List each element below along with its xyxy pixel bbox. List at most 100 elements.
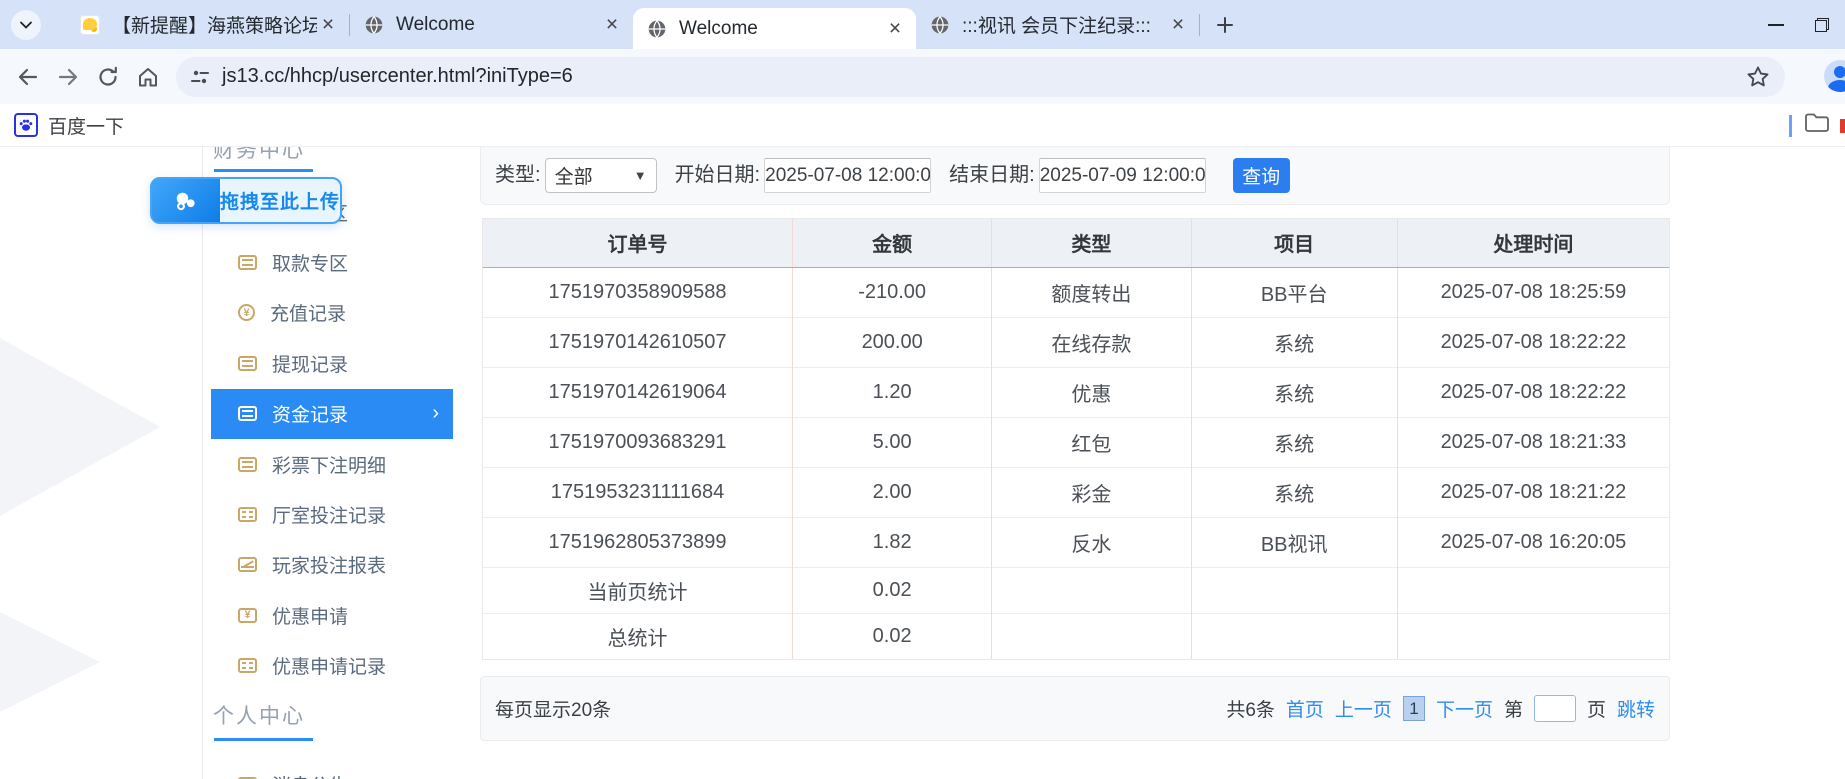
bookmark-baidu[interactable]: 百度一下 — [14, 112, 124, 139]
type-label: 类型: — [495, 158, 541, 193]
divider — [1789, 115, 1792, 137]
table-header-row: 订单号金额类型项目处理时间 — [483, 219, 1669, 267]
sidebar-section-personal: 个人中心 — [213, 700, 305, 730]
tab-search-button[interactable] — [11, 10, 41, 40]
sidebar-item-label: 厅室投注记录 — [272, 501, 386, 528]
new-tab-button[interactable] — [1210, 10, 1240, 40]
table-row: 17519532311116842.00彩金系统2025-07-08 18:21… — [483, 467, 1669, 517]
home-icon — [136, 65, 160, 89]
other-bookmarks-folder-icon[interactable] — [1804, 112, 1830, 139]
type-select[interactable]: 全部 ▼ — [545, 158, 657, 193]
end-date-input[interactable] — [1039, 158, 1206, 193]
tab-list: 【新提醒】海燕策略论坛综合交×Welcome×Welcome×:::视讯 会员下… — [66, 0, 1240, 49]
table-cell: 系统 — [1191, 317, 1397, 367]
tab-close-icon[interactable]: × — [884, 18, 906, 40]
search-button[interactable]: 查询 — [1233, 158, 1290, 193]
bookmark-star-button[interactable] — [1745, 64, 1771, 90]
sidebar-item[interactable]: 取款专区 — [211, 237, 453, 287]
user-center-sidebar: 财务中心 存款专区取款专区充值记录提现记录资金记录›彩票下注明细厅室投注记录玩家… — [202, 147, 453, 779]
table-cell: 1751970093683291 — [483, 417, 793, 467]
sidebar-item[interactable]: 资金记录› — [211, 389, 453, 439]
table-cell — [992, 567, 1191, 613]
table-cell: 2025-07-08 18:25:59 — [1397, 267, 1669, 317]
sidebar-section-finance: 财务中心 — [213, 147, 305, 164]
site-settings-icon[interactable] — [190, 67, 210, 87]
forward-button[interactable] — [48, 57, 88, 97]
profile-avatar[interactable] — [1824, 60, 1845, 92]
sidebar-item[interactable]: 充值记录 — [211, 288, 453, 338]
home-button[interactable] — [128, 57, 168, 97]
minimize-button[interactable] — [1753, 0, 1799, 49]
table-cell: 1.20 — [793, 367, 992, 417]
restore-button[interactable] — [1799, 0, 1845, 49]
table-cell: BB平台 — [1191, 267, 1397, 317]
table-cell: 2.00 — [793, 467, 992, 517]
sidebar-item[interactable]: 彩票下注明细 — [211, 439, 453, 489]
tab-close-icon[interactable]: × — [1167, 14, 1189, 36]
globe-favicon — [647, 19, 667, 39]
start-date-input[interactable] — [764, 158, 931, 193]
first-page-link[interactable]: 首页 — [1286, 695, 1324, 722]
next-page-link[interactable]: 下一页 — [1436, 695, 1493, 722]
browser-tab[interactable]: :::视讯 会员下注纪录:::× — [916, 0, 1199, 49]
jump-button[interactable]: 跳转 — [1617, 695, 1655, 722]
sidebar-item[interactable]: 提现记录 — [211, 338, 453, 388]
bookmark-label: 百度一下 — [48, 112, 124, 139]
sidebar-menu: 存款专区取款专区充值记录提现记录资金记录›彩票下注明细厅室投注记录玩家投注报表优… — [203, 187, 453, 691]
sidebar-item-label: 优惠申请记录 — [272, 652, 386, 679]
tab-divider — [1199, 14, 1200, 36]
summary-row: 总统计0.02 — [483, 613, 1669, 659]
table-cell: 200.00 — [793, 317, 992, 367]
tab-strip: 【新提醒】海燕策略论坛综合交×Welcome×Welcome×:::视讯 会员下… — [0, 0, 1845, 49]
prev-page-link[interactable]: 上一页 — [1335, 695, 1392, 722]
reload-button[interactable] — [88, 57, 128, 97]
table-cell: 5.00 — [793, 417, 992, 467]
tab-title: Welcome — [679, 18, 884, 40]
reload-icon — [96, 65, 120, 89]
url-text[interactable]: js13.cc/hhcp/usercenter.html?iniType=6 — [222, 65, 573, 88]
page-jump-input[interactable] — [1534, 695, 1576, 722]
browser-tab[interactable]: Welcome× — [633, 8, 916, 49]
table-cell: 2025-07-08 16:20:05 — [1397, 517, 1669, 567]
sidebar-item-label: 取款专区 — [272, 249, 348, 276]
webpage-viewport: 财务中心 存款专区取款专区充值记录提现记录资金记录›彩票下注明细厅室投注记录玩家… — [0, 147, 1845, 779]
window-controls — [1753, 0, 1845, 49]
sidebar-item[interactable]: 玩家投注报表 — [211, 540, 453, 590]
tab-title: Welcome — [396, 14, 601, 36]
table-cell — [1191, 567, 1397, 613]
column-header: 金额 — [793, 219, 992, 267]
section-underline — [214, 169, 313, 172]
browser-tab[interactable]: Welcome× — [350, 0, 633, 49]
jump-label-post: 页 — [1587, 695, 1606, 722]
table-row: 17519701426190641.20优惠系统2025-07-08 18:22… — [483, 367, 1669, 417]
table-cell: 1.82 — [793, 517, 992, 567]
back-button[interactable] — [8, 57, 48, 97]
table-cell: 在线存款 — [992, 317, 1191, 367]
sidebar-item[interactable]: 厅室投注记录 — [211, 489, 453, 539]
address-bar[interactable]: js13.cc/hhcp/usercenter.html?iniType=6 — [176, 57, 1785, 97]
tab-title: :::视讯 会员下注纪录::: — [962, 11, 1167, 38]
sidebar-item-label: 彩票下注明细 — [272, 451, 386, 478]
plus-icon — [1216, 16, 1234, 34]
receipt-icon — [238, 457, 257, 472]
browser-tab[interactable]: 【新提醒】海燕策略论坛综合交× — [66, 0, 349, 49]
sidebar-item[interactable]: 优惠申请 — [211, 590, 453, 640]
sidebar-item-label: 优惠申请 — [272, 602, 348, 629]
table-cell: 红包 — [992, 417, 1191, 467]
tab-close-icon[interactable]: × — [601, 14, 623, 36]
table-cell: 1751953231111684 — [483, 467, 793, 517]
table-cell: BB视讯 — [1191, 517, 1397, 567]
watermark-triangle — [0, 577, 100, 747]
table-cell: 1751970142619064 — [483, 367, 793, 417]
tab-close-icon[interactable]: × — [317, 14, 339, 36]
sidebar-item[interactable]: 优惠申请记录 — [211, 641, 453, 691]
section-underline — [214, 738, 313, 741]
column-header: 订单号 — [483, 219, 793, 267]
table-cell: 0.02 — [793, 567, 992, 613]
sidebar-item-messages[interactable]: 消息公告 — [211, 759, 348, 779]
filter-panel: 类型: 全部 ▼ 开始日期: 结束日期: 查询 — [480, 147, 1670, 205]
netdisk-drop-overlay: 拖拽至此上传 — [150, 177, 342, 224]
table-cell: 反水 — [992, 517, 1191, 567]
sidebar-item-label: 充值记录 — [270, 299, 346, 326]
table-row: 1751970358909588-210.00额度转出BB平台2025-07-0… — [483, 267, 1669, 317]
